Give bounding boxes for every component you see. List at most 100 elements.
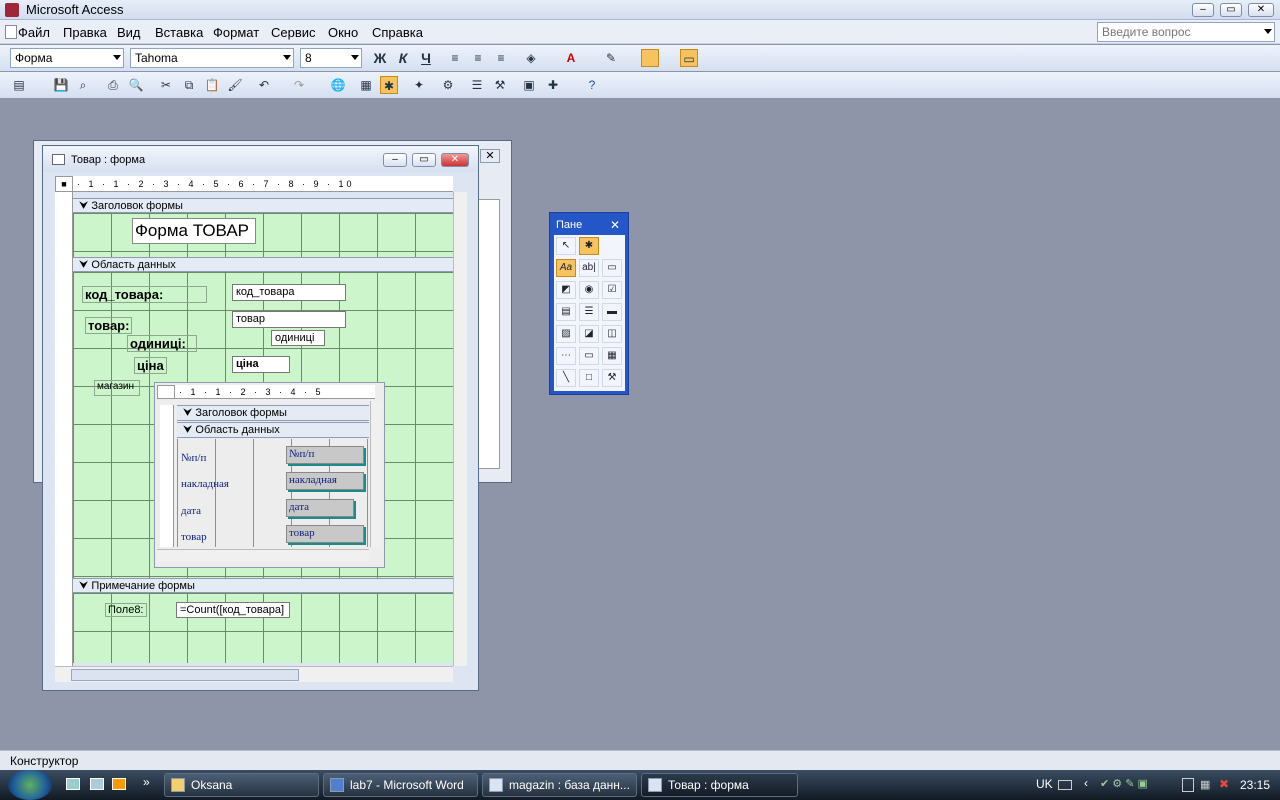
combo-box-icon[interactable]: ▤ <box>556 303 576 321</box>
menu-insert[interactable]: Вставка <box>155 25 203 40</box>
line-width-icon[interactable] <box>641 49 659 67</box>
keyboard-icon[interactable] <box>1058 780 1072 790</box>
image-icon[interactable]: ▨ <box>556 325 576 343</box>
paste-icon[interactable]: 📋 <box>203 76 221 94</box>
quicklaunch-media-icon[interactable] <box>112 778 126 790</box>
label-pole8[interactable]: Поле8: <box>105 603 147 617</box>
menu-tools[interactable]: Сервис <box>271 25 316 40</box>
subform-label-nakladnaya[interactable]: накладная <box>181 478 229 490</box>
checkbox-icon[interactable]: ☑ <box>602 281 622 299</box>
form-restore-button[interactable]: ▭ <box>412 153 436 167</box>
unbound-object-icon[interactable]: ◪ <box>579 325 599 343</box>
database-window-icon[interactable]: ▣ <box>520 76 538 94</box>
undo-icon[interactable]: ↶ <box>255 76 273 94</box>
field-tovar[interactable]: товар <box>232 311 346 328</box>
subform-section-header[interactable]: ⮟ Заголовок формы <box>177 405 369 421</box>
menu-help[interactable]: Справка <box>372 25 423 40</box>
close-icon[interactable]: ✕ <box>480 149 500 163</box>
taskbar-item-magazin[interactable]: magazin : база данн... <box>482 773 637 797</box>
subform-label-nomer[interactable]: №п/п <box>181 452 206 464</box>
label-magazin[interactable]: магазин <box>94 380 140 396</box>
option-group-icon[interactable]: ▭ <box>602 259 622 277</box>
section-detail[interactable]: ⮟ Область данных <box>73 257 453 272</box>
tray-expand-icon[interactable]: ‹ <box>1084 776 1088 790</box>
radio-button-icon[interactable]: ◉ <box>579 281 599 299</box>
tray-tools-icon[interactable]: ✔ ⚙ ✎ ▣ <box>1100 777 1166 791</box>
special-effect-icon[interactable]: ▭ <box>680 49 698 67</box>
subform-field-data[interactable]: дата <box>286 499 354 517</box>
new-object-icon[interactable]: ✚ <box>544 76 562 94</box>
network-icon[interactable]: ▦ <box>1200 778 1214 792</box>
taskbar-item-word[interactable]: lab7 - Microsoft Word <box>323 773 478 797</box>
close-button[interactable]: ✕ <box>1248 3 1274 17</box>
subform-label-tovar[interactable]: товар <box>181 531 207 543</box>
subform-icon[interactable]: ▦ <box>602 347 622 365</box>
subform-section-detail[interactable]: ⮟ Область данных <box>177 422 369 438</box>
volume-muted-icon[interactable]: ✖ <box>1219 777 1229 791</box>
toolbox-icon[interactable]: ✱ <box>380 76 398 94</box>
save-icon[interactable]: 💾 <box>52 76 70 94</box>
taskbar-item-oksana[interactable]: Oksana <box>164 773 319 797</box>
align-right-icon[interactable]: ≡ <box>492 49 510 67</box>
code-icon[interactable]: ⚙ <box>439 76 457 94</box>
help-icon[interactable]: ? <box>583 76 601 94</box>
autoformat-icon[interactable]: ✦ <box>410 76 428 94</box>
menu-view[interactable]: Вид <box>117 25 141 40</box>
label-kod-tovara[interactable]: код_товара: <box>82 286 207 303</box>
minimize-button[interactable]: – <box>1192 3 1214 17</box>
field-count[interactable]: =Count([код_товара] <box>176 602 290 618</box>
toggle-button-icon[interactable]: ◩ <box>556 281 576 299</box>
menu-file[interactable]: Файл <box>18 25 50 40</box>
print-icon[interactable]: ⎙ <box>104 76 122 94</box>
field-kod-tovara[interactable]: код_товара <box>232 284 346 301</box>
search-icon[interactable]: ⌕ <box>74 76 92 94</box>
cut-icon[interactable]: ✂ <box>157 76 175 94</box>
label-tovar[interactable]: товар: <box>85 317 133 334</box>
subform-control[interactable]: · 1 · 1 · 2 · 3 · 4 · 5 ⮟ Заголовок форм… <box>154 382 385 568</box>
align-left-icon[interactable]: ≡ <box>446 49 464 67</box>
subform-vertical-scrollbar[interactable] <box>370 401 382 547</box>
restore-button[interactable]: ▭ <box>1220 3 1242 17</box>
quicklaunch-show-desktop-icon[interactable] <box>66 778 80 790</box>
font-select[interactable]: Tahoma <box>130 48 294 68</box>
start-button[interactable] <box>8 770 52 800</box>
object-select[interactable]: Форма <box>10 48 124 68</box>
view-icon[interactable]: ▤ <box>10 76 28 94</box>
section-form-header[interactable]: ⮟ Заголовок формы <box>73 198 453 213</box>
page-break-icon[interactable]: ⋯ <box>556 347 576 365</box>
subform-label-data[interactable]: дата <box>181 505 201 517</box>
language-indicator[interactable]: UK <box>1036 777 1053 791</box>
align-center-icon[interactable]: ≡ <box>469 49 487 67</box>
menu-window[interactable]: Окно <box>328 25 358 40</box>
build-icon[interactable]: ⚒ <box>491 76 509 94</box>
form-horizontal-thumb[interactable] <box>71 669 299 681</box>
textbox-tool-icon[interactable]: ab| <box>579 259 599 277</box>
underline-button[interactable]: Ч <box>417 49 435 67</box>
tab-control-icon[interactable]: ▭ <box>579 347 599 365</box>
form-vertical-scrollbar[interactable] <box>453 192 467 666</box>
bound-object-icon[interactable]: ◫ <box>602 325 622 343</box>
field-list-icon[interactable]: ▦ <box>357 76 375 94</box>
line-tool-icon[interactable]: ╲ <box>556 369 576 387</box>
form-minimize-button[interactable]: – <box>383 153 407 167</box>
menu-edit[interactable]: Правка <box>63 25 107 40</box>
quicklaunch-window-switch-icon[interactable] <box>90 778 104 790</box>
form-horizontal-scrollbar[interactable] <box>55 666 453 682</box>
line-color-icon[interactable]: ✎ <box>602 49 620 67</box>
list-box-icon[interactable]: ☰ <box>579 303 599 321</box>
taskbar-item-form[interactable]: Товар : форма <box>641 773 798 797</box>
section-form-footer[interactable]: ⮟ Примечание формы <box>73 578 453 593</box>
control-wizard-icon[interactable]: ✱ <box>579 237 599 255</box>
label-tsina[interactable]: ціна <box>134 357 167 374</box>
subform-field-nakladnaya[interactable]: накладная <box>286 472 364 490</box>
field-tsina[interactable]: ціна <box>232 356 290 373</box>
italic-button[interactable]: К <box>394 49 412 67</box>
subform-field-nomer[interactable]: №п/п <box>286 446 364 464</box>
subform-horizontal-scrollbar[interactable] <box>157 549 369 562</box>
print-preview-icon[interactable]: 🔍 <box>127 76 145 94</box>
redo-icon[interactable]: ↷ <box>290 76 308 94</box>
fill-color-icon[interactable]: ◈ <box>522 49 540 67</box>
clock[interactable]: 23:15 <box>1240 778 1270 792</box>
form-close-button[interactable]: ✕ <box>441 153 469 167</box>
font-size-select[interactable]: 8 <box>300 48 362 68</box>
